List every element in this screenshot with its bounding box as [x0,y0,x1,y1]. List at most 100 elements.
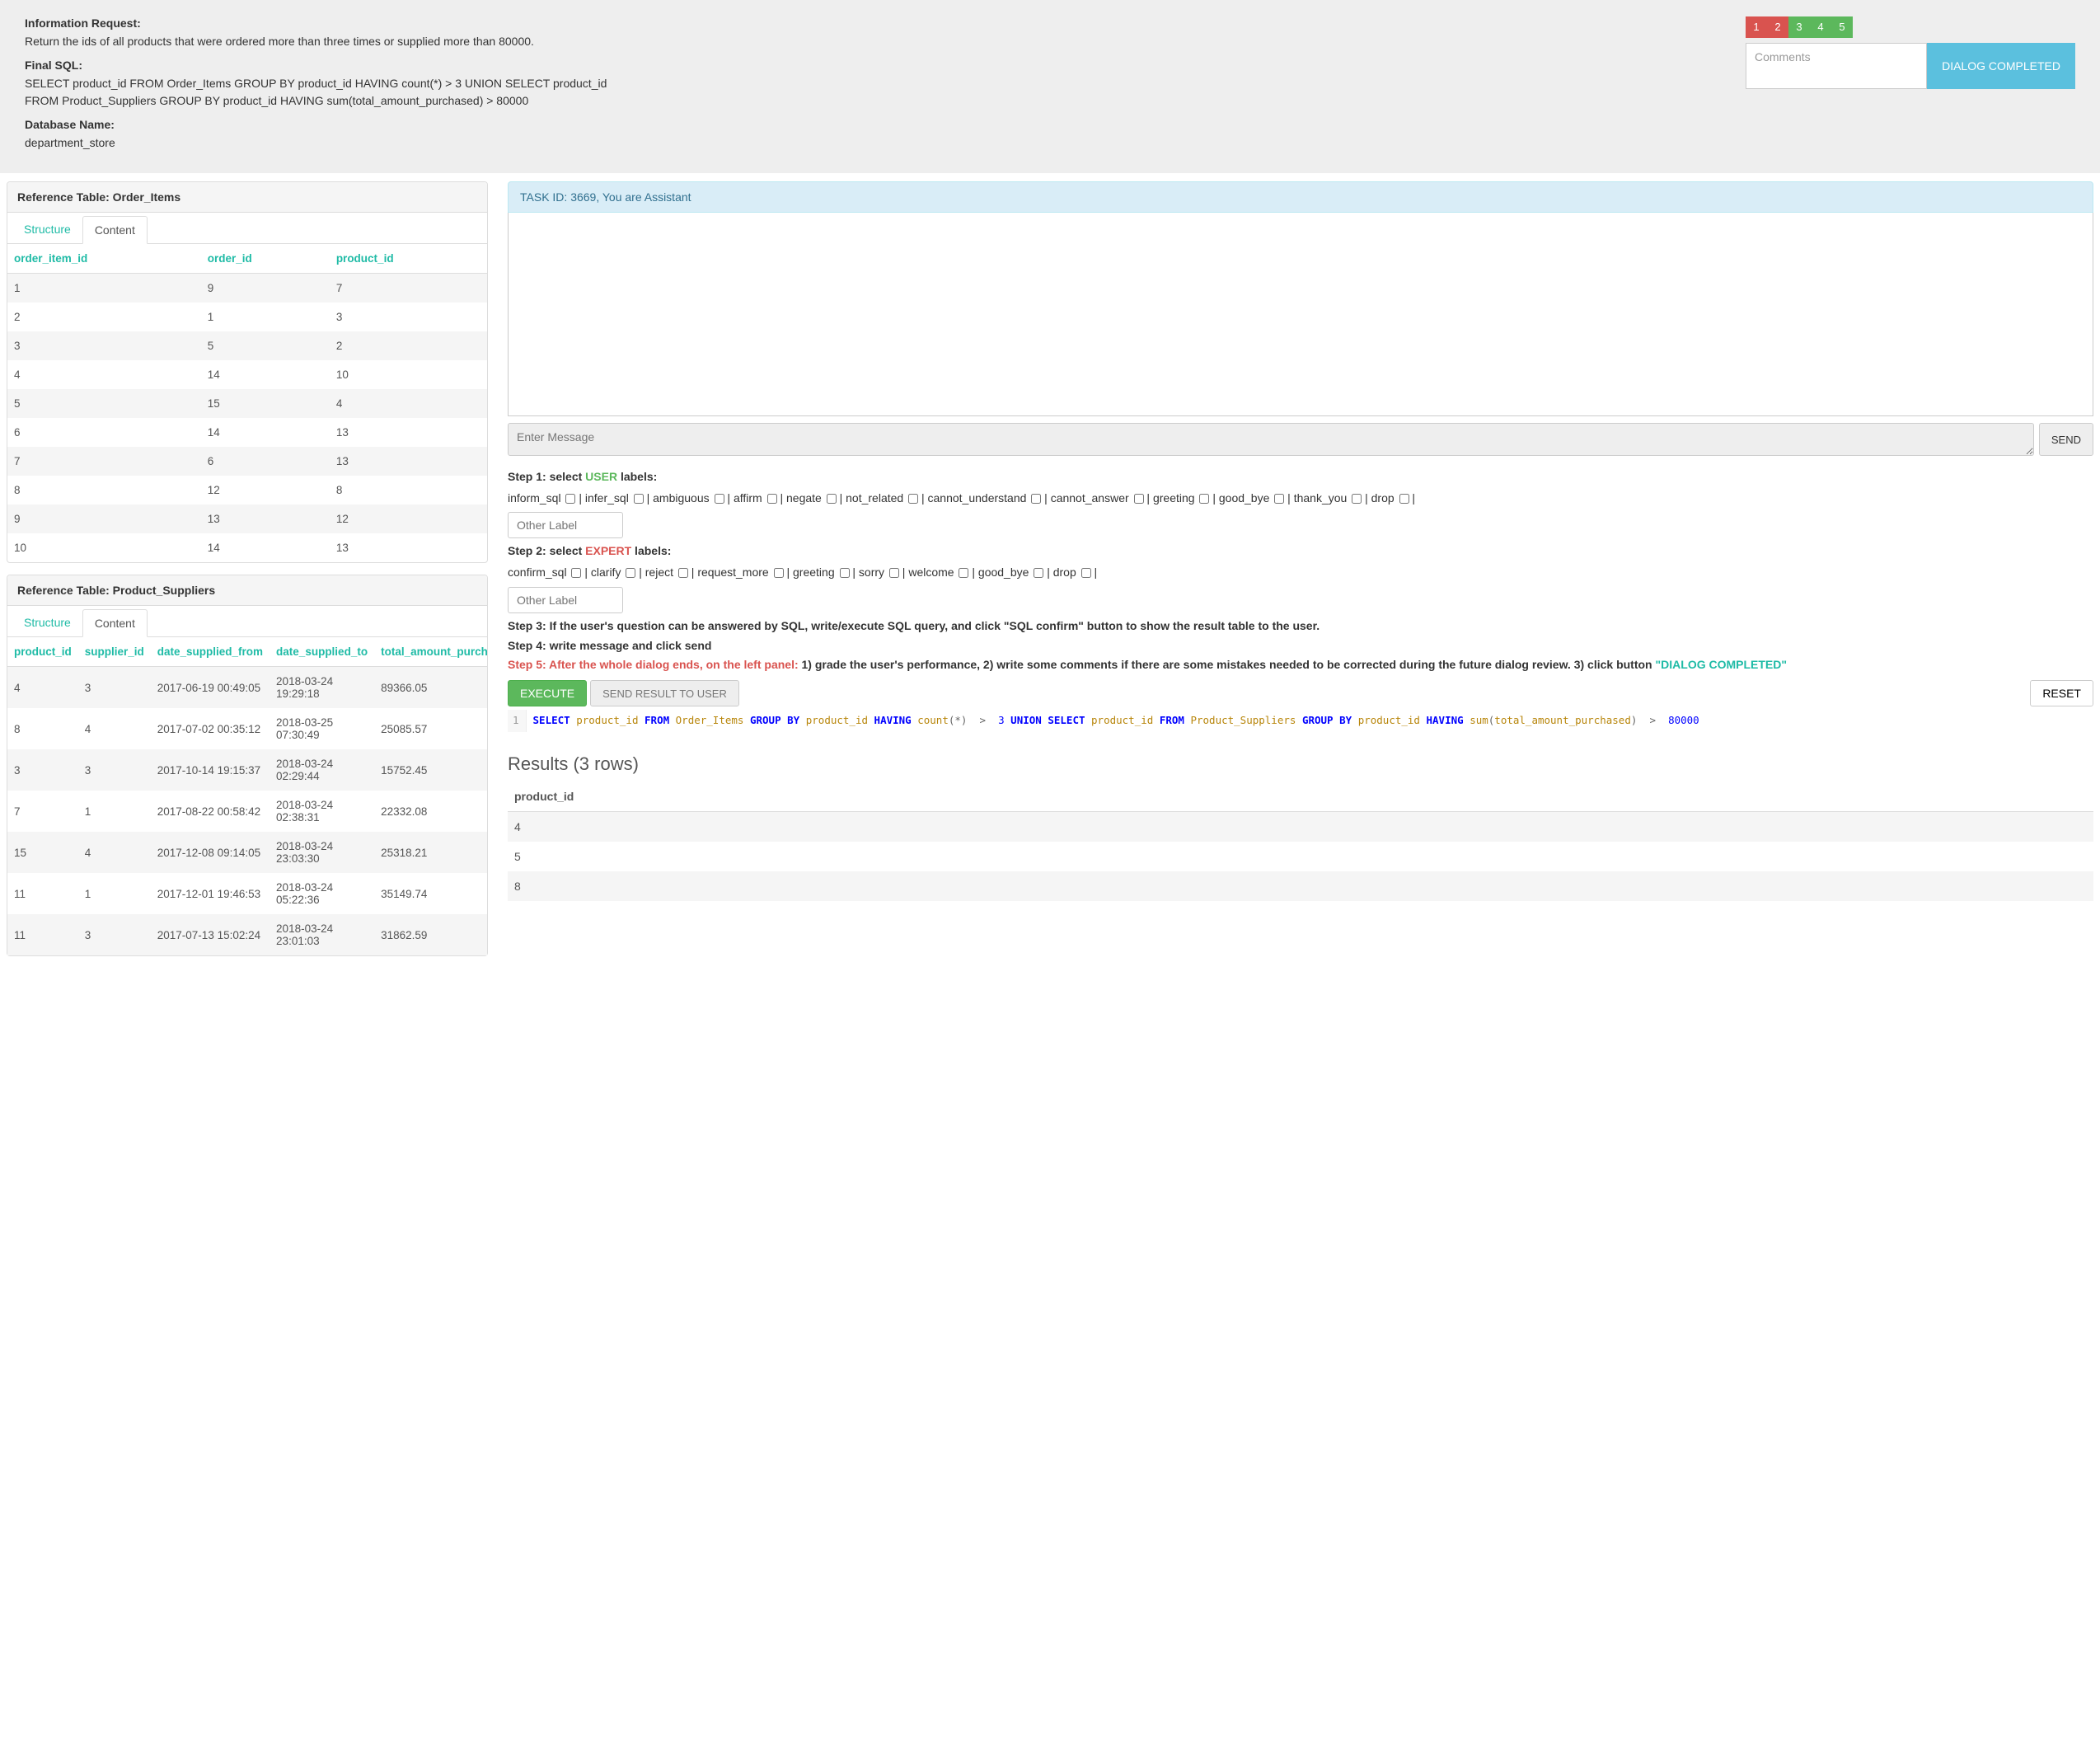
product-suppliers-table: product_idsupplier_iddate_supplied_fromd… [7,637,487,955]
expert-label-welcome-checkbox[interactable] [959,568,968,578]
dialog-completed-button[interactable]: DIALOG COMPLETED [1927,43,2075,89]
expert-label-clarify: clarify [591,566,635,579]
expert-label-greeting: greeting [793,566,849,579]
grade-1-button[interactable]: 1 [1746,16,1767,38]
tab-content[interactable]: Content [82,216,148,244]
expert-label-greeting-checkbox[interactable] [840,568,850,578]
comment-row: DIALOG COMPLETED [1746,43,2075,89]
reference-table-product-suppliers: Reference Table: Product_Suppliers Struc… [7,575,488,956]
table-cell: 14 [201,533,330,562]
sql-editor[interactable]: 1 SELECT product_id FROM Order_Items GRO… [508,710,2093,732]
grade-5-button[interactable]: 5 [1831,16,1853,38]
send-button[interactable]: SEND [2039,423,2093,456]
expert-label-confirm_sql-checkbox[interactable] [571,568,581,578]
table-cell: 14 [201,360,330,389]
user-label-greeting-checkbox[interactable] [1199,494,1209,504]
user-label-ambiguous-checkbox[interactable] [715,494,724,504]
tab-structure[interactable]: Structure [12,609,82,636]
execute-button[interactable]: EXECUTE [508,680,587,706]
table-cell: 15 [7,832,78,873]
expert-label-drop-checkbox[interactable] [1081,568,1091,578]
results-row: 4 [508,811,2093,842]
table-cell: 4 [7,360,201,389]
user-label-infer_sql: infer_sql [585,491,644,505]
expert-label-good_bye-checkbox[interactable] [1034,568,1043,578]
table-row: 61413 [7,418,487,447]
table-cell: 1 [7,274,201,303]
db-name-label: Database Name: [25,118,643,131]
user-label-cannot_answer: cannot_answer [1051,491,1144,505]
user-label-good_bye-checkbox[interactable] [1274,494,1284,504]
table-cell: 4 [78,708,151,749]
results-row: 5 [508,842,2093,871]
results-cell: 5 [508,842,2093,871]
table-cell: 4 [7,667,78,709]
user-label-drop-checkbox[interactable] [1399,494,1409,504]
column-header: date_supplied_to [270,637,374,667]
column-header: order_item_id [7,244,201,274]
results-cell: 8 [508,871,2093,901]
expert-label-sorry: sorry [859,566,899,579]
table-cell: 7 [330,274,487,303]
table-cell: 5 [201,331,330,360]
table-cell: 13 [330,418,487,447]
column-header: date_supplied_from [151,637,270,667]
table-cell: 1 [78,791,151,832]
info-request-label: Information Request: [25,16,643,30]
other-expert-label-input[interactable] [508,587,623,613]
table-cell: 14 [201,418,330,447]
table-cell: 7 [7,447,201,476]
user-label-inform_sql: inform_sql [508,491,575,505]
table-row: 1542017-12-08 09:14:052018-03-24 23:03:3… [7,832,487,873]
table-cell: 12 [201,476,330,505]
expert-label-clarify-checkbox[interactable] [626,568,635,578]
message-input[interactable] [508,423,2034,456]
task-banner: TASK ID: 3669, You are Assistant [508,181,2093,213]
header-left: Information Request: Return the ids of a… [25,16,643,157]
user-label-cannot_understand: cannot_understand [928,491,1042,505]
results-table: product_id 458 [508,781,2093,901]
table-cell: 15 [201,389,330,418]
table-cell: 2017-07-02 00:35:12 [151,708,270,749]
results-cell: 4 [508,811,2093,842]
grade-2-button[interactable]: 2 [1767,16,1788,38]
user-label-cannot_understand-checkbox[interactable] [1031,494,1041,504]
expert-label-confirm_sql: confirm_sql [508,566,581,579]
table-cell: 2017-06-19 00:49:05 [151,667,270,709]
reset-button[interactable]: RESET [2030,680,2093,706]
user-label-not_related-checkbox[interactable] [908,494,918,504]
table-row: 842017-07-02 00:35:122018-03-25 07:30:49… [7,708,487,749]
table-cell: 2017-10-14 19:15:37 [151,749,270,791]
step-3-text: Step 3: If the user's question can be an… [508,617,2093,636]
other-user-label-input[interactable] [508,512,623,538]
table-cell: 4 [330,389,487,418]
grade-4-button[interactable]: 4 [1810,16,1831,38]
table-cell: 13 [330,447,487,476]
user-label-thank_you-checkbox[interactable] [1352,494,1362,504]
send-result-button[interactable]: SEND RESULT TO USER [590,680,739,706]
expert-label-sorry-checkbox[interactable] [889,568,899,578]
table-cell: 35149.74 [374,873,487,914]
user-label-inform_sql-checkbox[interactable] [565,494,575,504]
header-right: 1 2 3 4 5 DIALOG COMPLETED [1746,16,2075,157]
results-row: 8 [508,871,2093,901]
table-cell: 2017-08-22 00:58:42 [151,791,270,832]
table-cell: 9 [201,274,330,303]
table-cell: 2 [330,331,487,360]
user-label-ambiguous: ambiguous [653,491,724,505]
table-cell: 4 [78,832,151,873]
tab-content[interactable]: Content [82,609,148,637]
comments-input[interactable] [1746,43,1927,89]
user-label-affirm-checkbox[interactable] [767,494,777,504]
step-4-text: Step 4: write message and click send [508,636,2093,656]
user-label-infer_sql-checkbox[interactable] [634,494,644,504]
expert-label-request_more-checkbox[interactable] [774,568,784,578]
expert-label-reject-checkbox[interactable] [678,568,688,578]
user-label-negate-checkbox[interactable] [827,494,837,504]
table-cell: 3 [78,914,151,955]
user-label-cannot_answer-checkbox[interactable] [1134,494,1144,504]
step-1-label: Step 1: select USER labels: [508,467,2093,487]
results-heading: Results (3 rows) [508,753,2093,775]
tab-structure[interactable]: Structure [12,216,82,243]
grade-3-button[interactable]: 3 [1788,16,1810,38]
